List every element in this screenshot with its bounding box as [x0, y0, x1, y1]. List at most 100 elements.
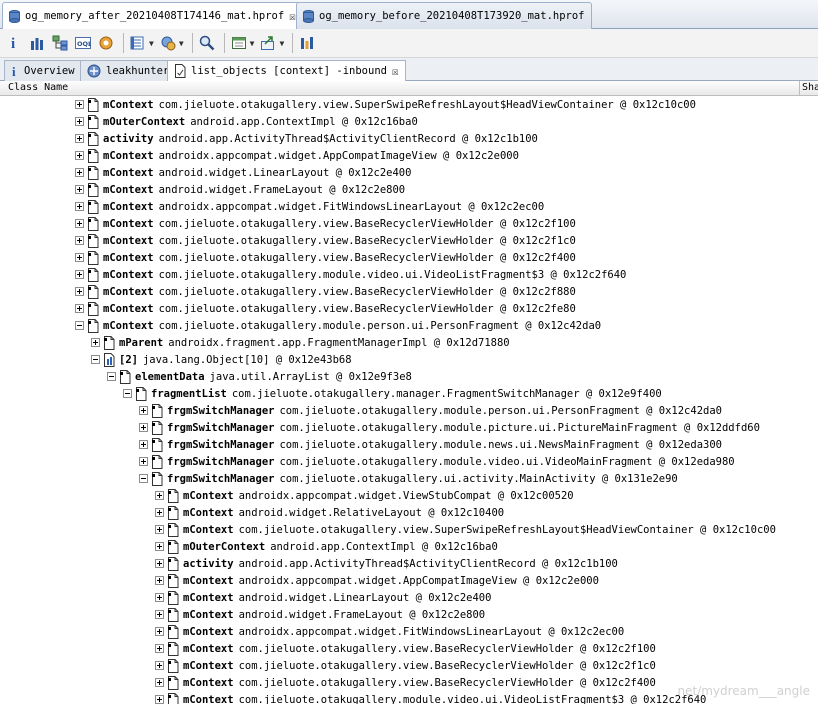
expand-icon[interactable] [75, 117, 84, 126]
expand-icon[interactable] [155, 678, 164, 687]
collapse-icon[interactable] [139, 474, 148, 483]
expand-icon[interactable] [155, 576, 164, 585]
tree-row[interactable]: elementData java.util.ArrayList @ 0x12e9f… [0, 368, 818, 385]
tree-row[interactable]: mContext androidx.appcompat.widget.FitWin… [0, 623, 818, 640]
expand-icon[interactable] [139, 440, 148, 449]
histogram-icon[interactable] [27, 33, 47, 53]
collapse-icon[interactable] [123, 389, 132, 398]
tree-row[interactable]: mContext com.jieluote.otakugallery.view.B… [0, 283, 818, 300]
expand-icon[interactable] [155, 508, 164, 517]
chevron-down-icon[interactable]: ▼ [250, 39, 255, 48]
close-icon[interactable]: ☒ [392, 65, 399, 78]
tree-row[interactable]: frgmSwitchManager com.jieluote.otakugalle… [0, 402, 818, 419]
tree-row[interactable]: fragmentList com.jieluote.otakugallery.ma… [0, 385, 818, 402]
tree-row[interactable]: mContext android.widget.LinearLayout @ 0x… [0, 164, 818, 181]
expand-icon[interactable] [75, 202, 84, 211]
dominator-tree-icon[interactable] [50, 33, 70, 53]
tree-row[interactable]: mContext android.widget.RelativeLayout @ … [0, 504, 818, 521]
view-tab-bar: i Overview leakhunter list_objects [cont… [0, 58, 818, 81]
collapse-icon[interactable] [91, 355, 100, 364]
collapse-icon[interactable] [107, 372, 116, 381]
class-name: androidx.appcompat.widget.ViewStubCompat… [238, 489, 574, 502]
collapse-icon[interactable] [75, 321, 84, 330]
search-icon[interactable] [197, 33, 217, 53]
expand-icon[interactable] [75, 270, 84, 279]
report-icon[interactable] [229, 33, 249, 53]
tree-row[interactable]: mContext android.widget.LinearLayout @ 0x… [0, 589, 818, 606]
tree-row[interactable]: mContext com.jieluote.otakugallery.view.B… [0, 249, 818, 266]
tree-row[interactable]: mContext androidx.appcompat.widget.FitWin… [0, 198, 818, 215]
tree-row[interactable]: mContext com.jieluote.otakugallery.view.B… [0, 215, 818, 232]
tree-row[interactable]: mContext androidx.appcompat.widget.ViewSt… [0, 487, 818, 504]
tree-row[interactable]: frgmSwitchManager com.jieluote.otakugalle… [0, 453, 818, 470]
expand-icon[interactable] [75, 253, 84, 262]
expand-icon[interactable] [155, 593, 164, 602]
tree-row[interactable]: mContext androidx.appcompat.widget.AppCom… [0, 147, 818, 164]
tree-row[interactable]: mContext com.jieluote.otakugallery.view.S… [0, 521, 818, 538]
expand-icon[interactable] [155, 525, 164, 534]
tree-row[interactable]: activity android.app.ActivityThread$Activ… [0, 130, 818, 147]
tree-row[interactable]: mContext com.jieluote.otakugallery.view.S… [0, 96, 818, 113]
expand-icon[interactable] [155, 644, 164, 653]
expand-icon[interactable] [75, 168, 84, 177]
chevron-down-icon[interactable]: ▼ [279, 39, 284, 48]
tab-leakhunter[interactable]: leakhunter [80, 60, 177, 81]
editor-tab-after-hprof[interactable]: og_memory_after_20210408T174146_mat.hpro… [2, 2, 303, 29]
tree-row[interactable]: activity android.app.ActivityThread$Activ… [0, 555, 818, 572]
expand-icon[interactable] [155, 695, 164, 704]
expand-icon[interactable] [75, 287, 84, 296]
tree-row[interactable]: frgmSwitchManager com.jieluote.otakugalle… [0, 470, 818, 487]
column-class-name[interactable]: Class Name [0, 81, 800, 96]
tree-row[interactable]: mOuterContext android.app.ContextImpl @ 0… [0, 538, 818, 555]
expand-icon[interactable] [139, 423, 148, 432]
svg-text:i: i [11, 36, 15, 51]
close-icon[interactable]: ☒ [289, 10, 296, 23]
tree-row[interactable]: mContext com.jieluote.otakugallery.view.B… [0, 232, 818, 249]
tab-list-objects[interactable]: list_objects [context] -inbound ☒ [167, 60, 406, 81]
field-name: mContext [103, 149, 154, 162]
expand-icon[interactable] [155, 559, 164, 568]
tree-row[interactable]: mContext com.jieluote.otakugallery.module… [0, 266, 818, 283]
oql-icon[interactable]: OQL [73, 33, 93, 53]
expand-icon[interactable] [75, 185, 84, 194]
tree-row[interactable]: mContext com.jieluote.otakugallery.module… [0, 317, 818, 334]
export-icon[interactable] [258, 33, 278, 53]
find-object-icon[interactable] [158, 33, 178, 53]
tree-row[interactable]: mContext com.jieluote.otakugallery.view.B… [0, 300, 818, 317]
expand-icon[interactable] [155, 661, 164, 670]
chevron-down-icon[interactable]: ▼ [179, 39, 184, 48]
expand-icon[interactable] [155, 491, 164, 500]
query-browser-icon[interactable] [128, 33, 148, 53]
tree-row[interactable]: mContext androidx.appcompat.widget.AppCom… [0, 572, 818, 589]
expand-icon[interactable] [139, 457, 148, 466]
info-icon[interactable]: i [4, 33, 24, 53]
tab-overview[interactable]: i Overview [4, 60, 82, 81]
expand-icon[interactable] [75, 304, 84, 313]
expand-icon[interactable] [139, 406, 148, 415]
expand-icon[interactable] [155, 610, 164, 619]
expand-icon[interactable] [75, 219, 84, 228]
expand-icon[interactable] [75, 151, 84, 160]
object-icon [87, 233, 99, 248]
expand-icon[interactable] [75, 236, 84, 245]
tree-row[interactable]: mContext com.jieluote.otakugallery.view.B… [0, 640, 818, 657]
group-by-icon[interactable] [297, 33, 317, 53]
tree-row[interactable]: [2] java.lang.Object[10] @ 0x12e43b68 [0, 351, 818, 368]
tree-row[interactable]: mContext android.widget.FrameLayout @ 0x1… [0, 606, 818, 623]
tree-row[interactable]: mParent androidx.fragment.app.FragmentMan… [0, 334, 818, 351]
tree-row[interactable]: frgmSwitchManager com.jieluote.otakugalle… [0, 436, 818, 453]
tree-row[interactable]: mOuterContext android.app.ContextImpl @ 0… [0, 113, 818, 130]
tree-row[interactable]: mContext android.widget.FrameLayout @ 0x1… [0, 181, 818, 198]
expand-icon[interactable] [75, 134, 84, 143]
threads-icon[interactable] [96, 33, 116, 53]
expand-icon[interactable] [75, 100, 84, 109]
expand-icon[interactable] [91, 338, 100, 347]
expand-icon[interactable] [155, 627, 164, 636]
editor-tab-before-hprof[interactable]: og_memory_before_20210408T173920_mat.hpr… [296, 2, 592, 29]
expand-icon[interactable] [155, 542, 164, 551]
tree-row[interactable]: frgmSwitchManager com.jieluote.otakugalle… [0, 419, 818, 436]
chevron-down-icon[interactable]: ▼ [149, 39, 154, 48]
tree-row[interactable]: mContext com.jieluote.otakugallery.view.B… [0, 657, 818, 674]
column-shallow-heap[interactable]: Sha [802, 81, 818, 96]
object-icon [103, 335, 115, 350]
